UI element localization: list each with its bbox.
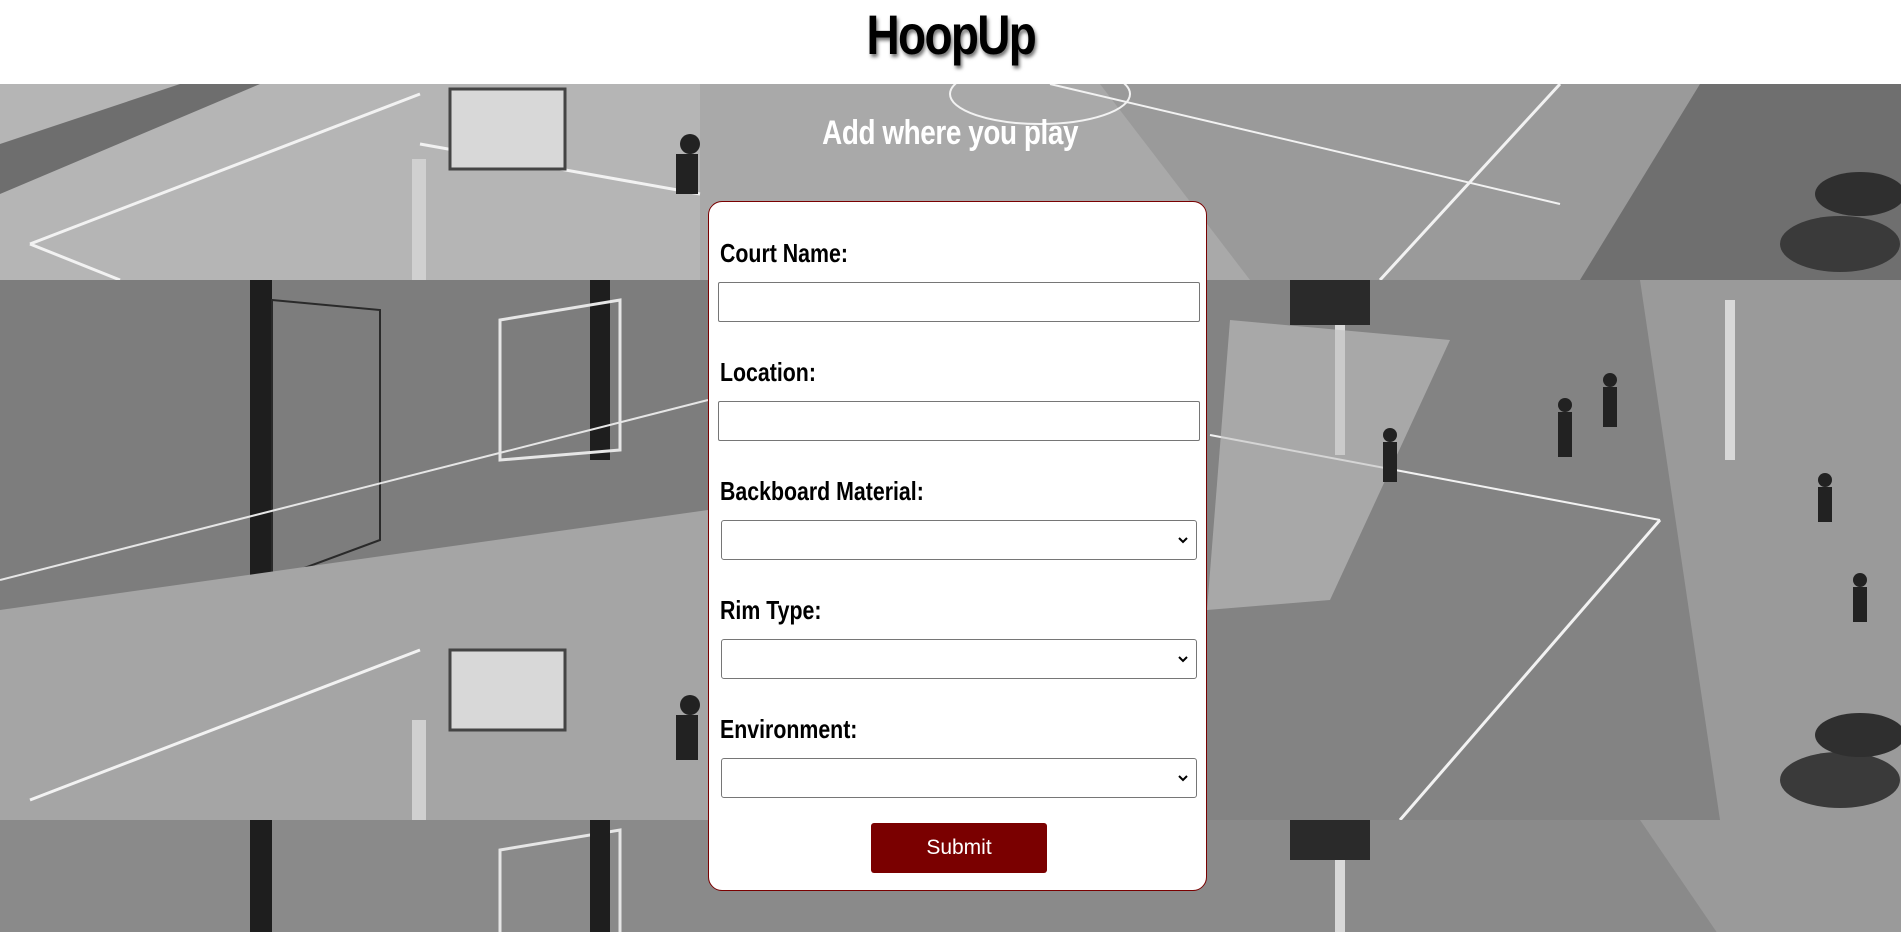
submit-button[interactable]: Submit (871, 823, 1047, 873)
add-court-form: Court Name: Location: Backboard Material… (708, 201, 1207, 891)
location-input[interactable] (718, 401, 1200, 441)
chevron-down-icon (1178, 775, 1188, 782)
chevron-down-icon (1178, 537, 1188, 544)
hero-background: Add where you play Court Name: Location:… (0, 84, 1901, 937)
chevron-down-icon (1178, 656, 1188, 663)
court-name-label: Court Name: (720, 238, 848, 268)
court-name-input[interactable] (718, 282, 1200, 322)
environment-select[interactable] (721, 758, 1197, 798)
backboard-material-select[interactable] (721, 520, 1197, 560)
site-header: HoopUp (0, 0, 1901, 84)
site-title: HoopUp (866, 3, 1036, 66)
page-subtitle: Add where you play (0, 114, 1901, 153)
environment-label: Environment: (720, 714, 858, 744)
rim-type-select[interactable] (721, 639, 1197, 679)
location-label: Location: (720, 357, 816, 387)
page-subtitle-text: Add where you play (822, 114, 1079, 152)
backboard-material-label: Backboard Material: (720, 476, 924, 506)
rim-type-label: Rim Type: (720, 595, 822, 625)
